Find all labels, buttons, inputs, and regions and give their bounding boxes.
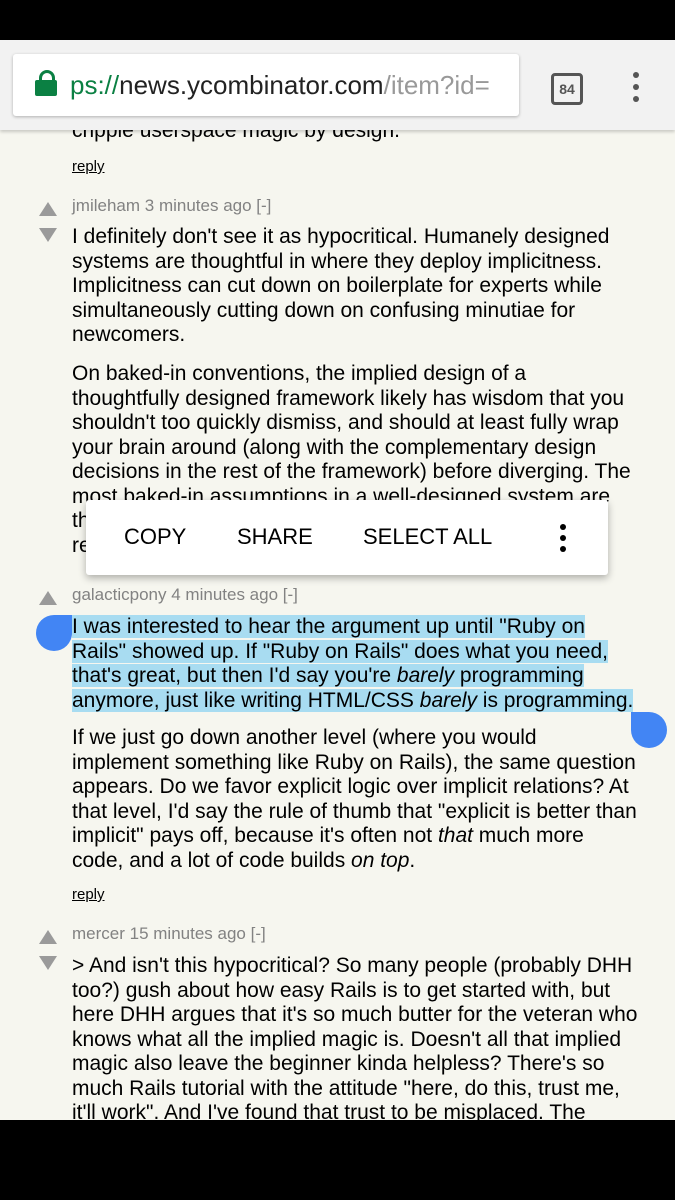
- reply-link[interactable]: reply: [72, 886, 105, 903]
- tab-switcher-button[interactable]: 84: [551, 73, 583, 105]
- username-link[interactable]: galacticpony: [72, 585, 167, 604]
- selected-text[interactable]: I was interested to hear the argument up…: [72, 615, 652, 713]
- share-button[interactable]: SHARE: [237, 524, 313, 550]
- collapse-toggle[interactable]: [-]: [283, 585, 298, 604]
- address-bar[interactable]: ps://news.ycombinator.com/item?id=: [13, 54, 519, 116]
- more-options-icon[interactable]: [558, 522, 568, 554]
- selection-handle-end[interactable]: [631, 712, 667, 748]
- comment-age[interactable]: 15 minutes ago: [130, 924, 246, 943]
- comment-header: mercer 15 minutes ago [-]: [72, 924, 266, 944]
- copy-button[interactable]: COPY: [124, 524, 186, 550]
- collapse-toggle[interactable]: [-]: [251, 924, 266, 943]
- downvote-icon[interactable]: [39, 956, 57, 970]
- status-bar: [0, 0, 675, 40]
- comment-text: cripple userspace magic by design.: [72, 130, 401, 142]
- upvote-icon[interactable]: [39, 591, 57, 605]
- comment-age[interactable]: 3 minutes ago: [145, 196, 252, 215]
- overflow-menu-icon[interactable]: [626, 70, 646, 104]
- url-text[interactable]: ps://news.ycombinator.com/item?id=: [70, 67, 490, 103]
- browser-toolbar: ps://news.ycombinator.com/item?id= 84: [0, 40, 675, 130]
- navigation-bar: [0, 1120, 675, 1200]
- comment-age[interactable]: 4 minutes ago: [171, 585, 278, 604]
- comment-header: galacticpony 4 minutes ago [-]: [72, 585, 298, 605]
- selection-handle-start[interactable]: [36, 615, 72, 651]
- upvote-icon[interactable]: [39, 930, 57, 944]
- downvote-icon[interactable]: [39, 228, 57, 242]
- upvote-icon[interactable]: [39, 202, 57, 216]
- username-link[interactable]: mercer: [72, 924, 125, 943]
- comment-body: I definitely don't see it as hypocritica…: [72, 225, 610, 346]
- comment-header: jmileham 3 minutes ago [-]: [72, 196, 271, 216]
- text-selection-menu: COPY SHARE SELECT ALL: [86, 500, 608, 575]
- lock-icon: [35, 70, 57, 96]
- collapse-toggle[interactable]: [-]: [256, 196, 271, 215]
- username-link[interactable]: jmileham: [72, 196, 140, 215]
- reply-link[interactable]: reply: [72, 158, 105, 175]
- comment-thread: cripple userspace magic by design. reply…: [0, 130, 675, 1120]
- comment-body: > And isn't this hypocritical? So many p…: [72, 954, 638, 1120]
- select-all-button[interactable]: SELECT ALL: [363, 524, 492, 550]
- comment-body: If we just go down another level (where …: [72, 726, 637, 872]
